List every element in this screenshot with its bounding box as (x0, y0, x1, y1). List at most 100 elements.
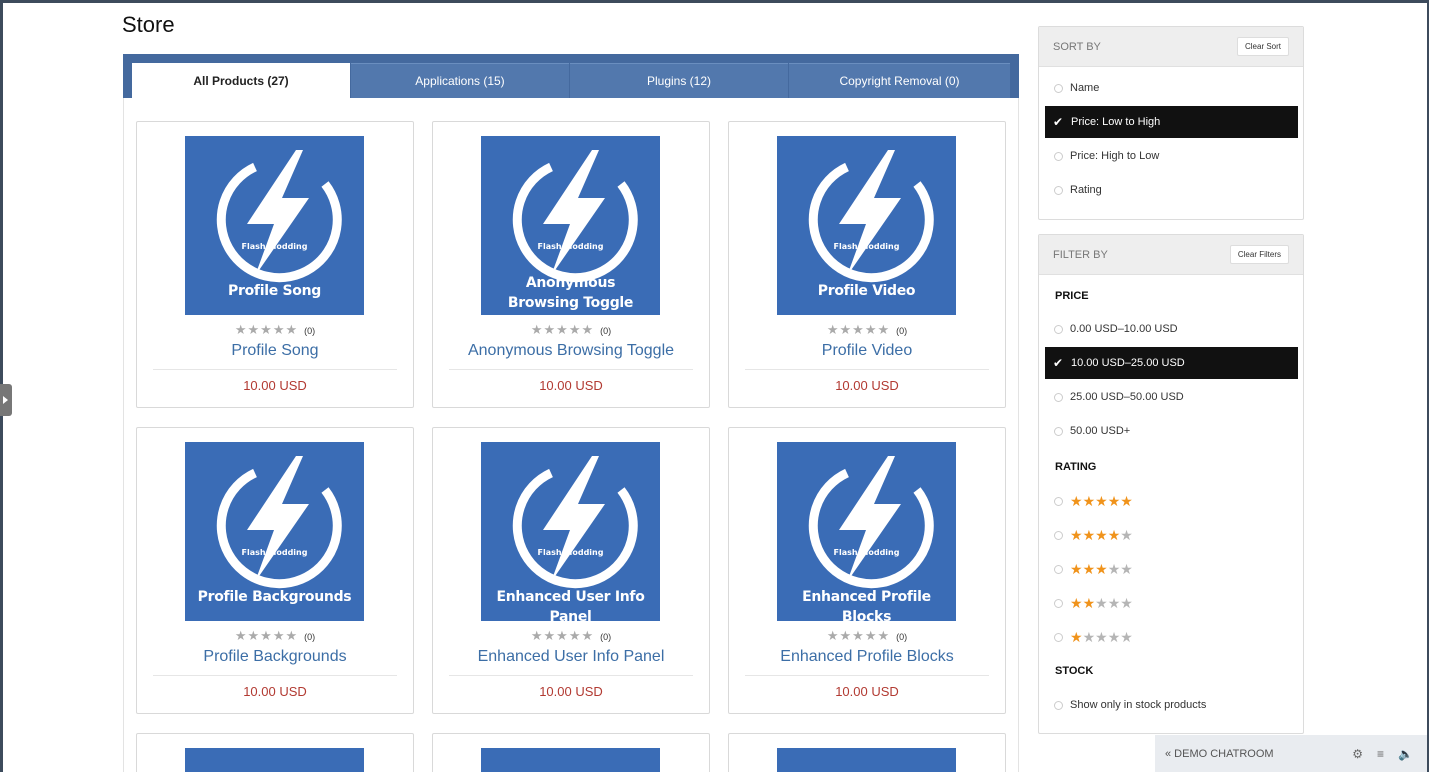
caption-line: Profile Video (817, 283, 916, 299)
product-card[interactable]: Flash Modding Profile Video ★★★★★ (0) Profil… (728, 121, 1006, 408)
sort-option-rating[interactable]: Rating (1045, 174, 1298, 206)
product-card-partial[interactable] (728, 733, 1006, 772)
rating-filter-option[interactable]: ★★★★★ (1045, 485, 1298, 517)
product-card[interactable]: Flash Modding Anonymous Browsing Toggle ★★★… (432, 121, 710, 408)
price-filter-option[interactable]: 25.00 USD–50.00 USD (1045, 381, 1298, 413)
caption-line: Profile Song (228, 283, 321, 299)
rating-count: (0) (304, 326, 316, 336)
radio-icon (1054, 392, 1063, 402)
product-price: 10.00 USD (243, 378, 307, 393)
volume-icon[interactable]: 🔈 (1398, 747, 1413, 761)
rating-count: (0) (600, 632, 612, 642)
product-image-caption: Profile Video (777, 281, 956, 301)
product-image[interactable] (185, 748, 364, 772)
product-image[interactable]: Flash Modding Enhanced Profile Blocks (777, 442, 956, 621)
radio-icon (1054, 83, 1063, 93)
page-title: Store (122, 12, 175, 37)
sort-option-label: Name (1070, 82, 1100, 94)
brand-label: Flash Modding (537, 548, 604, 557)
price-section-label: PRICE (1055, 290, 1089, 302)
product-name-link[interactable]: Enhanced User Info Panel (433, 648, 709, 666)
tab-copyright-removal[interactable]: Copyright Removal (0) (789, 63, 1010, 98)
brand-label: Flash Modding (833, 242, 900, 251)
caption-line: Profile Backgrounds (197, 589, 352, 605)
product-image[interactable] (777, 748, 956, 772)
sort-panel-header: SORT BY Clear Sort (1039, 27, 1303, 67)
tab-applications[interactable]: Applications (15) (351, 63, 569, 98)
rating-filter-option[interactable]: ★★★★★ (1045, 553, 1298, 585)
product-name-link[interactable]: Profile Song (137, 342, 413, 360)
rating-filter-option[interactable]: ★★★★★ (1045, 519, 1298, 551)
clear-filters-button[interactable]: Clear Filters (1229, 245, 1289, 264)
sort-option-price-low-high[interactable]: ✔ Price: Low to High (1045, 106, 1298, 138)
sidebar-toggle-button[interactable] (0, 384, 12, 416)
product-name-link[interactable]: Profile Backgrounds (137, 648, 413, 666)
star-rating-icon: ★★★★★ (530, 322, 595, 337)
price-filter-label: 0.00 USD–10.00 USD (1070, 323, 1178, 335)
tab-plugins[interactable]: Plugins (12) (570, 63, 788, 98)
divider (745, 675, 989, 676)
window-frame-top (0, 0, 1429, 3)
product-image-caption: Enhanced User Info Panel (481, 587, 660, 621)
divider (449, 675, 693, 676)
product-image[interactable]: Flash Modding Anonymous Browsing Toggle (481, 136, 660, 315)
product-name-link[interactable]: Profile Video (729, 342, 1005, 360)
product-rating: ★★★★★ (0) (729, 322, 1005, 338)
radio-icon (1054, 496, 1063, 506)
stock-filter-option[interactable]: Show only in stock products (1045, 689, 1298, 721)
divider (449, 369, 693, 370)
rating-filter-option[interactable]: ★★★★★ (1045, 587, 1298, 619)
product-image[interactable]: Flash Modding Enhanced User Info Panel (481, 442, 660, 621)
radio-icon (1054, 151, 1063, 161)
product-image[interactable] (481, 748, 660, 772)
product-card-partial[interactable] (432, 733, 710, 772)
price-filter-option[interactable]: ✔ 10.00 USD–25.00 USD (1045, 347, 1298, 379)
radio-icon (1054, 700, 1063, 710)
rating-count: (0) (600, 326, 612, 336)
product-image[interactable]: Flash Modding Profile Video (777, 136, 956, 315)
chatroom-bar[interactable]: « DEMO CHATROOM ⚙ ≡ 🔈 (1155, 735, 1427, 772)
rating-count: (0) (896, 632, 908, 642)
sort-option-label: Price: High to Low (1070, 150, 1160, 162)
star-rating-icon: ★★★★★ (1070, 492, 1133, 509)
product-name-link[interactable]: Enhanced Profile Blocks (729, 648, 1005, 666)
price-filter-option[interactable]: 0.00 USD–10.00 USD (1045, 313, 1298, 345)
product-card-partial[interactable] (136, 733, 414, 772)
product-price: 10.00 USD (835, 684, 899, 699)
product-image-caption: Anonymous Browsing Toggle (481, 273, 660, 313)
product-name-link[interactable]: Anonymous Browsing Toggle (433, 342, 709, 360)
product-rating: ★★★★★ (0) (137, 322, 413, 338)
radio-icon (1054, 426, 1063, 436)
caption-line: Anonymous (525, 275, 616, 291)
caption-line: Enhanced User Info Panel (496, 589, 645, 621)
radio-icon (1054, 632, 1063, 642)
sort-option-name[interactable]: Name (1045, 72, 1298, 104)
star-rating-icon: ★★★★★ (1070, 594, 1133, 611)
sort-option-price-high-low[interactable]: Price: High to Low (1045, 140, 1298, 172)
product-card[interactable]: Flash Modding Profile Song ★★★★★ (0) Profile… (136, 121, 414, 408)
product-image[interactable]: Flash Modding Profile Backgrounds (185, 442, 364, 621)
menu-icon[interactable]: ≡ (1377, 747, 1384, 761)
radio-icon (1054, 564, 1063, 574)
product-card[interactable]: Flash Modding Profile Backgrounds ★★★★★ (0)… (136, 427, 414, 714)
product-card[interactable]: Flash Modding Enhanced User Info Panel ★★★… (432, 427, 710, 714)
product-rating: ★★★★★ (0) (433, 628, 709, 644)
product-image[interactable]: Flash Modding Profile Song (185, 136, 364, 315)
product-rating: ★★★★★ (0) (729, 628, 1005, 644)
clear-sort-button[interactable]: Clear Sort (1236, 37, 1289, 56)
chatroom-label[interactable]: « DEMO CHATROOM (1165, 748, 1352, 760)
sort-title: SORT BY (1053, 40, 1101, 53)
brand-label: Flash Modding (241, 242, 308, 251)
price-filter-option[interactable]: 50.00 USD+ (1045, 415, 1298, 447)
tab-all-products[interactable]: All Products (27) (132, 63, 350, 98)
price-filter-label: 10.00 USD–25.00 USD (1071, 357, 1185, 369)
star-rating-icon: ★★★★★ (234, 322, 299, 337)
rating-filter-option[interactable]: ★★★★★ (1045, 621, 1298, 653)
product-rating: ★★★★★ (0) (433, 322, 709, 338)
product-image-caption: Profile Song (185, 281, 364, 301)
product-card[interactable]: Flash Modding Enhanced Profile Blocks ★★★★… (728, 427, 1006, 714)
star-rating-icon: ★★★★★ (1070, 628, 1133, 645)
caption-line: Enhanced Profile Blocks (802, 589, 931, 621)
gears-icon[interactable]: ⚙ (1352, 747, 1363, 761)
product-image-caption: Enhanced Profile Blocks (777, 587, 956, 621)
